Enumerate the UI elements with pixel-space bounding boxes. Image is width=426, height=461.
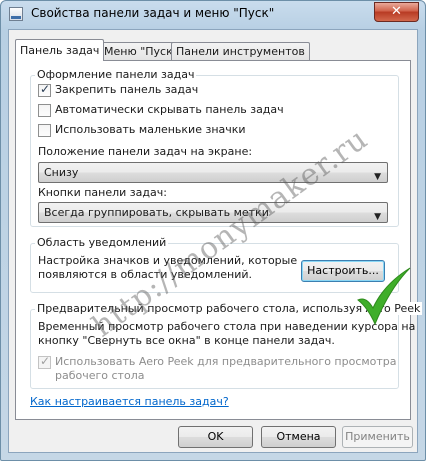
aero-peek-description-line1: Временный просмотр рабочего стола при на… xyxy=(38,320,416,333)
chevron-down-icon: ▼ xyxy=(374,172,381,182)
taskbar-buttons-dropdown[interactable]: Всегда группировать, скрывать метки ▼ xyxy=(38,202,388,223)
cancel-button[interactable]: Отмена xyxy=(261,426,336,448)
taskbar-buttons-value: Всегда группировать, скрывать метки xyxy=(44,206,269,219)
appearance-group: Оформление панели задач Закрепить панель… xyxy=(30,68,399,227)
aero-peek-group: Предварительный просмотр рабочего стола,… xyxy=(30,302,423,389)
small-icons-label[interactable]: Использовать маленькие значки xyxy=(55,123,246,136)
taskbar-tab-panel: Оформление панели задач Закрепить панель… xyxy=(15,60,423,420)
notification-description-line1: Настройка значков и уведомлений, которые xyxy=(38,254,298,267)
aero-peek-checkbox-label-line1[interactable]: Использовать Aero Peek для предварительн… xyxy=(55,355,397,368)
dialog-client-area: Панель задач Меню "Пуск" Панели инструме… xyxy=(8,29,423,453)
chevron-down-icon: ▼ xyxy=(374,212,381,222)
lock-taskbar-checkbox[interactable] xyxy=(38,82,51,97)
close-button[interactable]: ✕ xyxy=(374,2,419,22)
aero-peek-checkbox-label-line2[interactable]: рабочего стола xyxy=(55,369,144,382)
appearance-group-title: Оформление панели задач xyxy=(35,68,197,81)
tab-taskbar[interactable]: Панель задач xyxy=(15,39,105,61)
aero-peek-checkbox[interactable] xyxy=(38,354,51,369)
notification-group-title: Область уведомлений xyxy=(35,236,169,249)
position-value: Снизу xyxy=(44,166,79,179)
lock-taskbar-label[interactable]: Закрепить панель задач xyxy=(55,83,198,96)
apply-button[interactable]: Применить xyxy=(342,426,413,448)
autohide-label[interactable]: Автоматически скрывать панель задач xyxy=(55,103,284,116)
taskbar-app-icon xyxy=(9,7,23,21)
small-icons-checkbox[interactable] xyxy=(38,124,51,137)
tab-toolbars[interactable]: Панели инструментов xyxy=(171,42,310,60)
ok-button[interactable]: OK xyxy=(178,426,253,448)
position-label: Положение панели задач на экране: xyxy=(38,145,253,158)
aero-peek-group-title: Предварительный просмотр рабочего стола,… xyxy=(35,302,423,315)
customize-button[interactable]: Настроить... xyxy=(301,260,385,282)
title-bar[interactable]: Свойства панели задач и меню "Пуск" ✕ xyxy=(1,1,425,27)
taskbar-help-link[interactable]: Как настраивается панель задач? xyxy=(30,395,229,408)
close-icon: ✕ xyxy=(391,4,402,19)
taskbar-properties-window: Свойства панели задач и меню "Пуск" ✕ Па… xyxy=(0,0,426,461)
notification-area-group: Область уведомлений Настройка значков и … xyxy=(30,236,399,293)
taskbar-buttons-label: Кнопки панели задач: xyxy=(38,186,167,199)
position-dropdown[interactable]: Снизу ▼ xyxy=(38,162,388,183)
autohide-checkbox[interactable] xyxy=(38,104,51,117)
window-title: Свойства панели задач и меню "Пуск" xyxy=(31,6,275,20)
aero-peek-description-line2: кнопку "Свернуть все окна" в конце панел… xyxy=(38,334,335,347)
notification-description-line2: появляются в области уведомлений. xyxy=(38,268,253,281)
